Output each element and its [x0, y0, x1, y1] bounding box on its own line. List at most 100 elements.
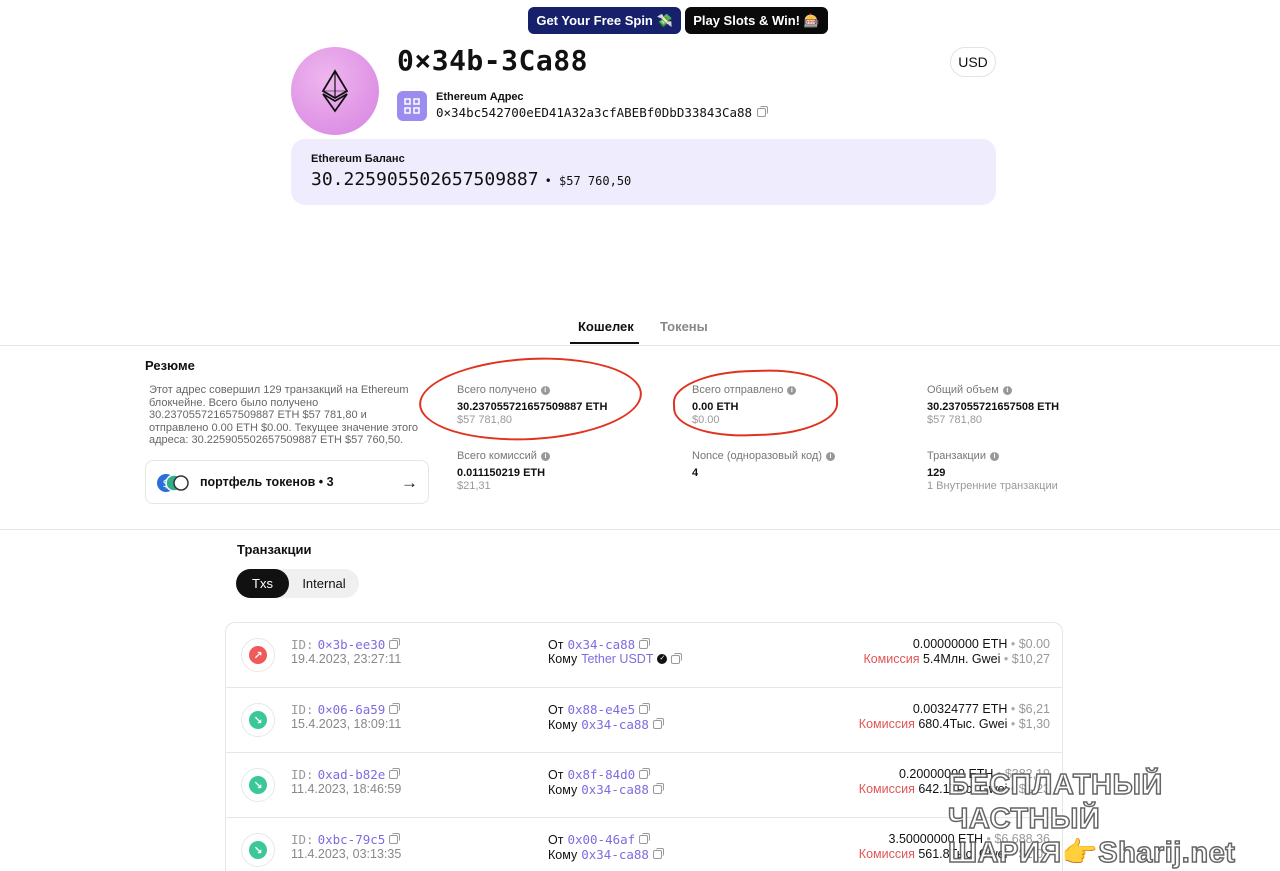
from-label: От	[548, 832, 564, 847]
table-row[interactable]: ↘ ID: 0xbc-79c5 11.4.2023, 03:13:35 От 0x0…	[226, 818, 1062, 871]
copy-icon[interactable]	[389, 703, 401, 714]
copy-icon[interactable]	[652, 718, 664, 729]
copy-icon[interactable]	[389, 768, 401, 779]
token-portfolio-button[interactable]: $ портфель токенов • 3 →	[145, 460, 429, 504]
stat-volume-usd: $57 781,80	[927, 414, 983, 426]
tx-from-link[interactable]: 0x8f-84d0	[567, 767, 635, 782]
to-label: Кому	[548, 717, 578, 732]
address-value: 0×34bc542700eED41A32a3cfABEBf0DbD33843Ca…	[436, 105, 753, 120]
summary-title: Резюме	[145, 358, 195, 373]
stat-fees-label: Всего комиссий	[457, 450, 537, 462]
from-label: От	[548, 702, 564, 717]
info-icon[interactable]: i	[1002, 385, 1012, 395]
copy-icon[interactable]	[671, 652, 683, 664]
copy-icon[interactable]	[389, 638, 401, 649]
info-icon[interactable]: i	[989, 451, 999, 461]
tx-to-link[interactable]: 0x34-ca88	[581, 782, 649, 797]
tx-date: 11.4.2023, 03:13:35	[291, 847, 402, 861]
token-stack-icon: $	[157, 474, 189, 492]
tx-fee-gwei: 680.4Тыс. Gwei	[918, 717, 1008, 731]
fee-label: Комиссия	[858, 847, 915, 861]
tx-id-link[interactable]: 0×3b-ee30	[318, 637, 386, 652]
play-slots-button[interactable]: Play Slots & Win! 🎰	[685, 7, 828, 34]
tx-from-link[interactable]: 0x00-46af	[567, 832, 635, 847]
fee-label: Комиссия	[858, 717, 915, 731]
stat-internal-count: 1 Внутренние транзакции	[927, 480, 1058, 492]
arrow-right-icon: →	[401, 473, 418, 492]
tx-fee: Комиссия 680.4Тыс. Gwei • $1,30	[858, 717, 1050, 731]
tx-direction: ↘	[241, 833, 275, 867]
copy-icon[interactable]	[639, 638, 651, 649]
table-row[interactable]: ↗ ID: 0×3b-ee30 19.4.2023, 23:27:11 От 0x3…	[226, 623, 1062, 688]
transactions-title: Транзакции	[237, 542, 312, 557]
info-icon[interactable]: i	[826, 451, 835, 461]
arrow-down-right-icon: ↘	[249, 711, 267, 729]
divider	[0, 529, 1280, 530]
table-row[interactable]: ↘ ID: 0xad-b82e 11.4.2023, 18:46:59 От 0x8…	[226, 753, 1062, 818]
stat-fees-value: 0.011150219 ETH	[457, 467, 546, 479]
copy-icon[interactable]	[652, 848, 664, 859]
ethereum-avatar	[291, 47, 379, 135]
tx-fee-usd: $10,27	[1011, 652, 1050, 666]
tx-to-link[interactable]: 0x34-ca88	[581, 847, 649, 862]
stat-fees-usd: $21,31	[457, 480, 491, 492]
arrow-down-right-icon: ↘	[249, 776, 267, 794]
arrow-down-right-icon: ↘	[249, 841, 267, 859]
tab-tokens[interactable]: Токены	[660, 319, 708, 334]
stat-nonce-label: Nonce (одноразовый код)	[692, 450, 822, 462]
balance-value: 30.225905502657509887 • $57 760,50	[311, 169, 631, 190]
stat-volume: Общий объем i 30.237055721657508 ETH $57 …	[927, 384, 1059, 426]
token-portfolio-label: портфель токенов • 3	[200, 475, 334, 489]
ethereum-icon	[321, 69, 349, 113]
qr-code-button[interactable]	[397, 91, 427, 121]
tab-underline	[570, 342, 639, 344]
tx-to-link[interactable]: Tether USDT	[581, 652, 653, 666]
tx-amount-usd: $0.00	[1018, 637, 1050, 651]
balance-eth: 30.225905502657509887	[311, 169, 539, 190]
copy-icon[interactable]	[639, 768, 651, 779]
tx-direction: ↗	[241, 638, 275, 672]
annotation-circle-received	[417, 352, 644, 446]
stat-transactions-value: 129	[927, 467, 946, 479]
tab-internal[interactable]: Internal	[289, 569, 359, 598]
watermark: БЕСПЛАТНЫЙ ЧАСТНЫЙ ШАРИЯ👉Sharij.net	[947, 768, 1280, 870]
copy-icon[interactable]	[652, 783, 664, 794]
tab-wallet[interactable]: Кошелек	[578, 319, 634, 334]
tx-id-link[interactable]: 0×06-6a59	[318, 702, 386, 717]
arrow-up-right-icon: ↗	[249, 646, 267, 664]
stat-volume-label: Общий объем	[927, 384, 999, 396]
divider	[0, 345, 1280, 346]
stat-transactions-label: Транзакции	[927, 450, 986, 462]
table-row[interactable]: ↘ ID: 0×06-6a59 15.4.2023, 18:09:11 От 0x8…	[226, 688, 1062, 753]
verified-icon: ✓	[657, 654, 668, 664]
fee-label: Комиссия	[863, 652, 920, 666]
tx-date: 15.4.2023, 18:09:11	[291, 717, 402, 731]
stat-volume-value: 30.237055721657508 ETH	[927, 401, 1060, 413]
page-title: 0×34b-3Ca88	[397, 44, 588, 77]
tx-id-link[interactable]: 0xbc-79c5	[318, 832, 386, 847]
tx-amount-eth: 0.00324777 ETH	[912, 702, 1008, 716]
tx-fee: Комиссия 5.4Млн. Gwei • $10,27	[863, 652, 1050, 666]
watermark-line2: ШАРИЯ👉Sharij.net	[947, 836, 1236, 870]
currency-button[interactable]: USD	[950, 47, 996, 77]
copy-icon[interactable]	[639, 703, 651, 714]
copy-icon[interactable]	[757, 106, 769, 117]
tx-from-link[interactable]: 0x34-ca88	[567, 637, 635, 652]
tab-txs[interactable]: Txs	[236, 569, 289, 598]
to-label: Кому	[548, 847, 578, 862]
info-icon[interactable]: i	[540, 451, 550, 461]
to-label: Кому	[548, 782, 578, 797]
fee-label: Комиссия	[858, 782, 915, 796]
tx-to-link[interactable]: 0x34-ca88	[581, 717, 649, 732]
tx-from-link[interactable]: 0x88-e4e5	[567, 702, 635, 717]
tx-amount-eth: 0.00000000 ETH	[912, 637, 1008, 651]
copy-icon[interactable]	[639, 833, 651, 844]
tx-id-link[interactable]: 0xad-b82e	[318, 767, 386, 782]
copy-icon[interactable]	[389, 833, 401, 844]
stat-fees: Всего комиссий i 0.011150219 ETH $21,31	[457, 450, 550, 492]
free-spin-button[interactable]: Get Your Free Spin 💸	[528, 7, 681, 34]
watermark-line1: БЕСПЛАТНЫЙ ЧАСТНЫЙ	[947, 768, 1163, 836]
balance-card: Ethereum Баланс 30.225905502657509887 • …	[291, 139, 996, 205]
balance-usd: • $57 760,50	[544, 174, 632, 188]
annotation-circle-sent	[671, 367, 840, 439]
